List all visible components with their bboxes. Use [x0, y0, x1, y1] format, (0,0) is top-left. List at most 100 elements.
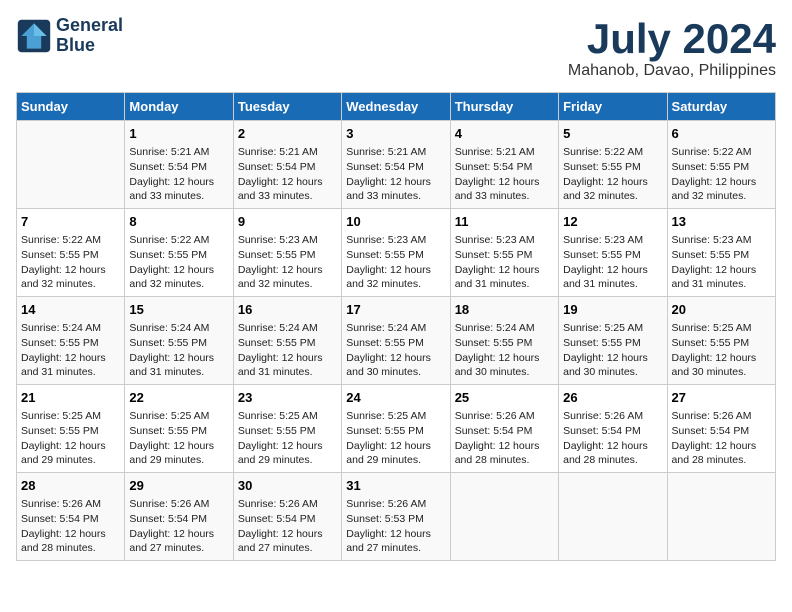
- day-number: 28: [21, 477, 120, 495]
- day-number: 25: [455, 389, 554, 407]
- calendar-cell: 23 Sunrise: 5:25 AM Sunset: 5:55 PM Dayli…: [233, 385, 341, 473]
- day-info: Sunrise: 5:22 AM Sunset: 5:55 PM Dayligh…: [129, 233, 228, 292]
- day-number: 13: [672, 213, 771, 231]
- calendar-cell: 12 Sunrise: 5:23 AM Sunset: 5:55 PM Dayli…: [559, 209, 667, 297]
- calendar-cell: 1 Sunrise: 5:21 AM Sunset: 5:54 PM Daylig…: [125, 121, 233, 209]
- calendar-cell: 6 Sunrise: 5:22 AM Sunset: 5:55 PM Daylig…: [667, 121, 775, 209]
- calendar-cell: [450, 472, 558, 560]
- day-number: 9: [238, 213, 337, 231]
- day-info: Sunrise: 5:22 AM Sunset: 5:55 PM Dayligh…: [672, 145, 771, 204]
- day-number: 2: [238, 125, 337, 143]
- calendar-cell: 4 Sunrise: 5:21 AM Sunset: 5:54 PM Daylig…: [450, 121, 558, 209]
- day-number: 17: [346, 301, 445, 319]
- day-info: Sunrise: 5:24 AM Sunset: 5:55 PM Dayligh…: [455, 321, 554, 380]
- day-info: Sunrise: 5:23 AM Sunset: 5:55 PM Dayligh…: [238, 233, 337, 292]
- day-number: 24: [346, 389, 445, 407]
- day-info: Sunrise: 5:26 AM Sunset: 5:54 PM Dayligh…: [455, 409, 554, 468]
- calendar-cell: 18 Sunrise: 5:24 AM Sunset: 5:55 PM Dayli…: [450, 297, 558, 385]
- day-header-saturday: Saturday: [667, 93, 775, 121]
- day-number: 23: [238, 389, 337, 407]
- logo-line2: Blue: [56, 36, 123, 56]
- logo-icon: [16, 18, 52, 54]
- day-info: Sunrise: 5:23 AM Sunset: 5:55 PM Dayligh…: [346, 233, 445, 292]
- week-row-5: 28 Sunrise: 5:26 AM Sunset: 5:54 PM Dayli…: [17, 472, 776, 560]
- day-number: 20: [672, 301, 771, 319]
- calendar-cell: 28 Sunrise: 5:26 AM Sunset: 5:54 PM Dayli…: [17, 472, 125, 560]
- day-info: Sunrise: 5:25 AM Sunset: 5:55 PM Dayligh…: [21, 409, 120, 468]
- calendar-cell: 3 Sunrise: 5:21 AM Sunset: 5:54 PM Daylig…: [342, 121, 450, 209]
- day-number: 31: [346, 477, 445, 495]
- day-info: Sunrise: 5:21 AM Sunset: 5:54 PM Dayligh…: [238, 145, 337, 204]
- calendar-cell: 29Sunrise: 5:26 AM Sunset: 5:54 PM Dayli…: [125, 472, 233, 560]
- day-info: Sunrise: 5:22 AM Sunset: 5:55 PM Dayligh…: [563, 145, 662, 204]
- day-number: 3: [346, 125, 445, 143]
- day-number: 1: [129, 125, 228, 143]
- day-header-tuesday: Tuesday: [233, 93, 341, 121]
- calendar-cell: 25 Sunrise: 5:26 AM Sunset: 5:54 PM Dayli…: [450, 385, 558, 473]
- calendar-cell: 24 Sunrise: 5:25 AM Sunset: 5:55 PM Dayli…: [342, 385, 450, 473]
- day-info: Sunrise: 5:24 AM Sunset: 5:55 PM Dayligh…: [21, 321, 120, 380]
- day-number: 11: [455, 213, 554, 231]
- day-info: Sunrise: 5:25 AM Sunset: 5:55 PM Dayligh…: [238, 409, 337, 468]
- calendar-cell: 15Sunrise: 5:24 AM Sunset: 5:55 PM Dayli…: [125, 297, 233, 385]
- day-header-friday: Friday: [559, 93, 667, 121]
- day-header-wednesday: Wednesday: [342, 93, 450, 121]
- day-number: 30: [238, 477, 337, 495]
- calendar-cell: 30Sunrise: 5:26 AM Sunset: 5:54 PM Dayli…: [233, 472, 341, 560]
- day-info: Sunrise: 5:25 AM Sunset: 5:55 PM Dayligh…: [563, 321, 662, 380]
- day-info: Sunrise: 5:24 AM Sunset: 5:55 PM Dayligh…: [238, 321, 337, 380]
- day-number: 15: [129, 301, 228, 319]
- calendar-cell: [17, 121, 125, 209]
- calendar-cell: 7 Sunrise: 5:22 AM Sunset: 5:55 PM Daylig…: [17, 209, 125, 297]
- day-number: 6: [672, 125, 771, 143]
- day-info: Sunrise: 5:25 AM Sunset: 5:55 PM Dayligh…: [129, 409, 228, 468]
- title-block: July 2024 Mahanob, Davao, Philippines: [568, 16, 776, 80]
- logo-line1: General: [56, 16, 123, 36]
- calendar-cell: 20 Sunrise: 5:25 AM Sunset: 5:55 PM Dayli…: [667, 297, 775, 385]
- day-number: 18: [455, 301, 554, 319]
- week-row-4: 21 Sunrise: 5:25 AM Sunset: 5:55 PM Dayli…: [17, 385, 776, 473]
- day-number: 5: [563, 125, 662, 143]
- logo-text: General Blue: [56, 16, 123, 56]
- header-row: SundayMondayTuesdayWednesdayThursdayFrid…: [17, 93, 776, 121]
- day-info: Sunrise: 5:21 AM Sunset: 5:54 PM Dayligh…: [455, 145, 554, 204]
- day-number: 10: [346, 213, 445, 231]
- day-info: Sunrise: 5:23 AM Sunset: 5:55 PM Dayligh…: [563, 233, 662, 292]
- day-info: Sunrise: 5:21 AM Sunset: 5:54 PM Dayligh…: [129, 145, 228, 204]
- calendar-cell: 21 Sunrise: 5:25 AM Sunset: 5:55 PM Dayli…: [17, 385, 125, 473]
- day-number: 27: [672, 389, 771, 407]
- day-number: 7: [21, 213, 120, 231]
- week-row-3: 14 Sunrise: 5:24 AM Sunset: 5:55 PM Dayli…: [17, 297, 776, 385]
- day-info: Sunrise: 5:23 AM Sunset: 5:55 PM Dayligh…: [455, 233, 554, 292]
- day-number: 14: [21, 301, 120, 319]
- calendar-cell: 9 Sunrise: 5:23 AM Sunset: 5:55 PM Daylig…: [233, 209, 341, 297]
- day-info: Sunrise: 5:26 AM Sunset: 5:54 PM Dayligh…: [129, 497, 228, 556]
- day-number: 21: [21, 389, 120, 407]
- calendar-cell: [559, 472, 667, 560]
- day-number: 22: [129, 389, 228, 407]
- day-header-monday: Monday: [125, 93, 233, 121]
- day-info: Sunrise: 5:25 AM Sunset: 5:55 PM Dayligh…: [672, 321, 771, 380]
- day-number: 12: [563, 213, 662, 231]
- day-number: 8: [129, 213, 228, 231]
- calendar-cell: 5 Sunrise: 5:22 AM Sunset: 5:55 PM Daylig…: [559, 121, 667, 209]
- day-info: Sunrise: 5:24 AM Sunset: 5:55 PM Dayligh…: [346, 321, 445, 380]
- calendar-cell: 17 Sunrise: 5:24 AM Sunset: 5:55 PM Dayli…: [342, 297, 450, 385]
- day-info: Sunrise: 5:26 AM Sunset: 5:53 PM Dayligh…: [346, 497, 445, 556]
- day-info: Sunrise: 5:23 AM Sunset: 5:55 PM Dayligh…: [672, 233, 771, 292]
- day-info: Sunrise: 5:25 AM Sunset: 5:55 PM Dayligh…: [346, 409, 445, 468]
- day-number: 19: [563, 301, 662, 319]
- calendar-cell: 22 Sunrise: 5:25 AM Sunset: 5:55 PM Dayli…: [125, 385, 233, 473]
- week-row-1: 1 Sunrise: 5:21 AM Sunset: 5:54 PM Daylig…: [17, 121, 776, 209]
- calendar-cell: 11 Sunrise: 5:23 AM Sunset: 5:55 PM Dayli…: [450, 209, 558, 297]
- day-info: Sunrise: 5:26 AM Sunset: 5:54 PM Dayligh…: [21, 497, 120, 556]
- day-info: Sunrise: 5:21 AM Sunset: 5:54 PM Dayligh…: [346, 145, 445, 204]
- day-info: Sunrise: 5:26 AM Sunset: 5:54 PM Dayligh…: [672, 409, 771, 468]
- day-info: Sunrise: 5:22 AM Sunset: 5:55 PM Dayligh…: [21, 233, 120, 292]
- calendar-table: SundayMondayTuesdayWednesdayThursdayFrid…: [16, 92, 776, 561]
- day-header-sunday: Sunday: [17, 93, 125, 121]
- calendar-cell: 26Sunrise: 5:26 AM Sunset: 5:54 PM Dayli…: [559, 385, 667, 473]
- day-number: 4: [455, 125, 554, 143]
- calendar-cell: 2 Sunrise: 5:21 AM Sunset: 5:54 PM Daylig…: [233, 121, 341, 209]
- calendar-cell: 14 Sunrise: 5:24 AM Sunset: 5:55 PM Dayli…: [17, 297, 125, 385]
